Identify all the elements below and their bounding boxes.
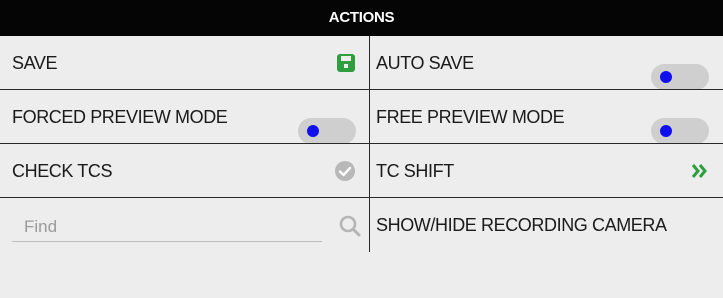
search-icon[interactable] <box>338 214 362 238</box>
free-preview-toggle[interactable] <box>651 118 709 144</box>
check-tcs-action[interactable]: CHECK TCS <box>0 144 370 198</box>
save-action[interactable]: SAVE <box>0 36 370 90</box>
toggle-knob <box>660 125 672 137</box>
check-circle-icon[interactable] <box>334 160 356 182</box>
forced-preview-action[interactable]: FORCED PREVIEW MODE <box>0 90 370 144</box>
free-preview-label: FREE PREVIEW MODE <box>376 106 565 127</box>
panel-title: ACTIONS <box>0 0 723 36</box>
toggle-knob <box>307 125 319 137</box>
forced-preview-toggle[interactable] <box>298 118 356 144</box>
check-tcs-label: CHECK TCS <box>12 160 113 181</box>
find-wrapper <box>12 208 362 244</box>
toggle-knob <box>660 71 672 83</box>
actions-panel: ACTIONS SAVE AUTO SAVE FORCED PREVIEW MO… <box>0 0 723 298</box>
forced-preview-label: FORCED PREVIEW MODE <box>12 106 228 127</box>
show-hide-camera-action[interactable]: SHOW/HIDE RECORDING CAMERA <box>370 198 723 252</box>
auto-save-toggle[interactable] <box>651 64 709 90</box>
find-cell <box>0 198 370 252</box>
free-preview-action[interactable]: FREE PREVIEW MODE <box>370 90 723 144</box>
tc-shift-action[interactable]: TC SHIFT <box>370 144 723 198</box>
row-divider <box>0 143 723 144</box>
actions-grid: SAVE AUTO SAVE FORCED PREVIEW MODE FREE … <box>0 36 723 252</box>
row-divider <box>0 89 723 90</box>
row-divider <box>0 197 723 198</box>
double-chevron-right-icon[interactable] <box>691 163 709 179</box>
save-label: SAVE <box>12 52 58 73</box>
auto-save-label: AUTO SAVE <box>376 52 474 73</box>
tc-shift-label: TC SHIFT <box>376 160 454 181</box>
find-input[interactable] <box>12 212 322 242</box>
floppy-disk-icon[interactable] <box>336 53 356 73</box>
show-hide-camera-label: SHOW/HIDE RECORDING CAMERA <box>376 214 667 235</box>
column-divider <box>369 36 370 252</box>
auto-save-action[interactable]: AUTO SAVE <box>370 36 723 90</box>
